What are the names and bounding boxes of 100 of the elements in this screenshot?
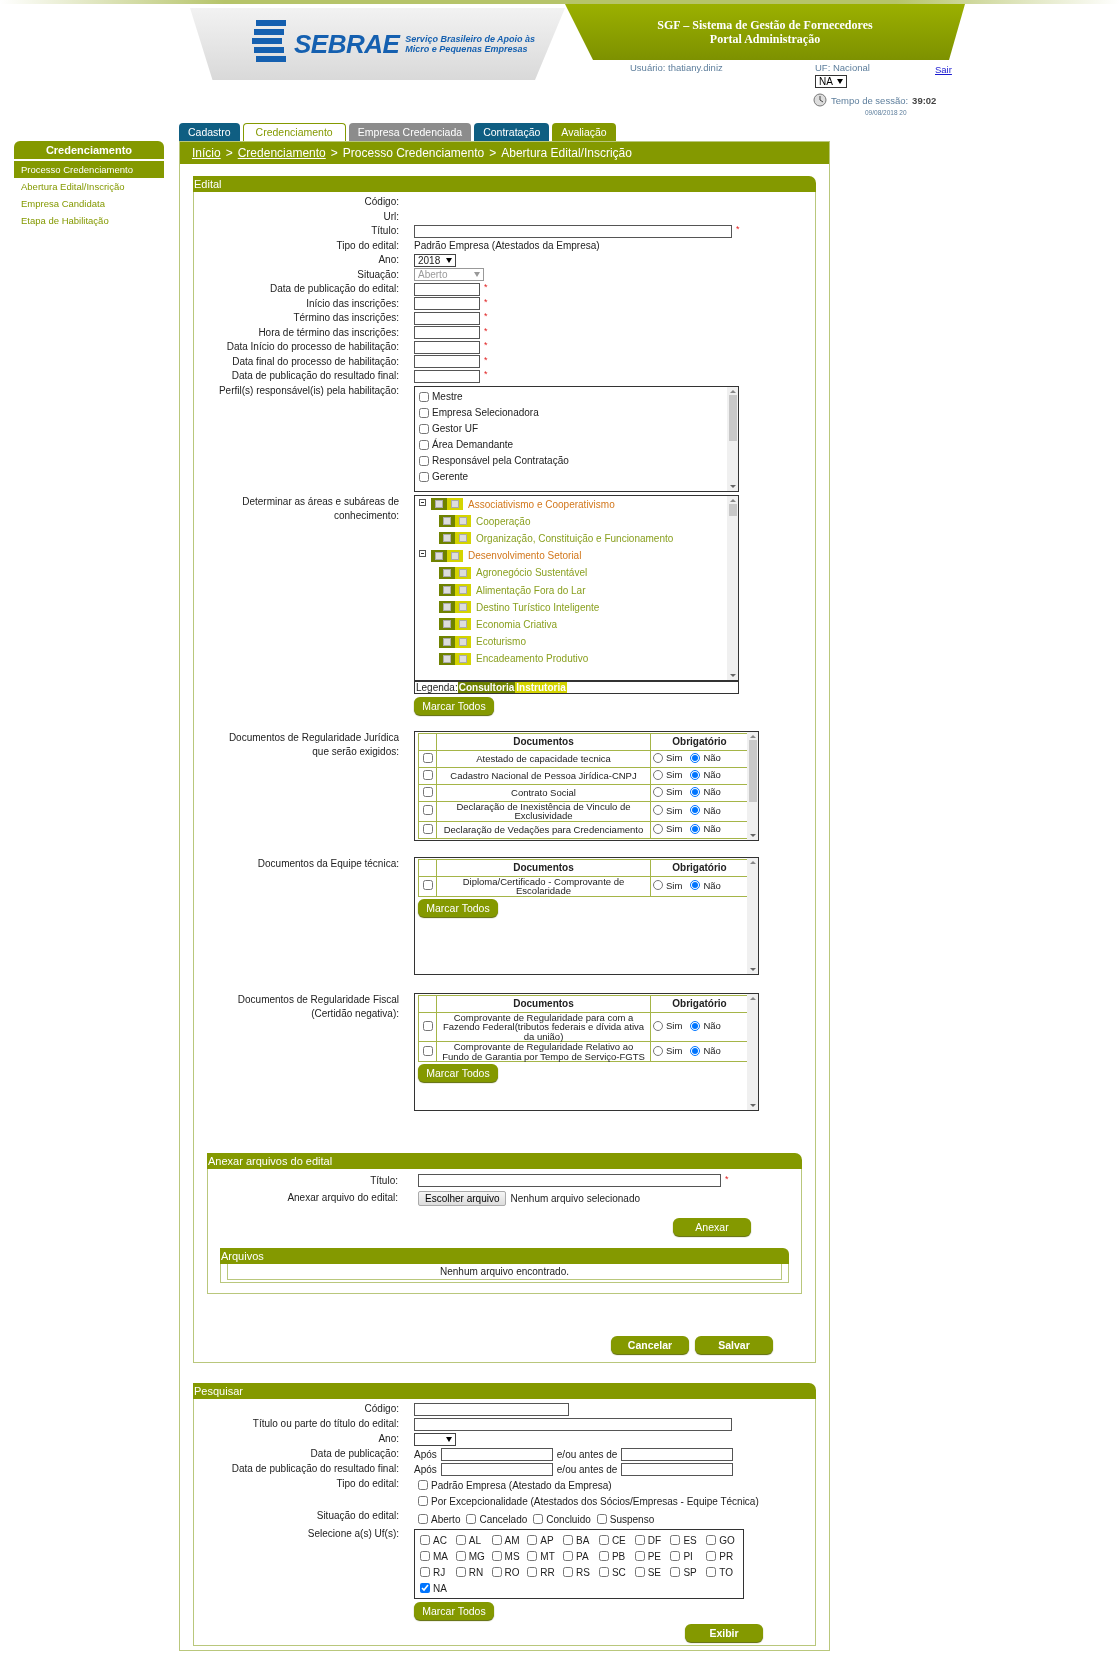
- input-field[interactable]: [414, 282, 480, 296]
- radio-button[interactable]: [690, 752, 701, 763]
- input-field[interactable]: [414, 355, 480, 369]
- radio-button[interactable]: [690, 786, 701, 797]
- checkbox[interactable]: [419, 423, 429, 434]
- checkbox[interactable]: [422, 880, 433, 891]
- checkbox[interactable]: [422, 752, 433, 763]
- radio-button[interactable]: [653, 769, 663, 780]
- checkbox[interactable]: [455, 1535, 466, 1545]
- radio-button[interactable]: [690, 805, 701, 816]
- radio-button[interactable]: [653, 805, 663, 816]
- tree-item[interactable]: Destino Turístico Inteligente: [476, 601, 600, 613]
- radio-button[interactable]: [690, 1021, 701, 1031]
- checkbox[interactable]: [491, 1567, 502, 1577]
- checkbox[interactable]: [419, 455, 429, 466]
- sidebar-item[interactable]: Abertura Edital/Inscrição: [14, 178, 164, 195]
- radio-button[interactable]: [653, 1045, 663, 1056]
- checkbox[interactable]: [422, 1045, 433, 1056]
- checkbox[interactable]: [422, 786, 433, 797]
- checkbox[interactable]: [455, 1551, 466, 1561]
- tree-item[interactable]: Agronegócio Sustentável: [476, 567, 588, 579]
- tree-item[interactable]: Desenvolvimento Setorial: [468, 550, 582, 562]
- checkbox[interactable]: [420, 1535, 430, 1545]
- sidebar-item[interactable]: Empresa Candidata: [14, 195, 164, 212]
- tree-item[interactable]: Economia Criativa: [476, 618, 558, 630]
- checkbox[interactable]: [466, 1514, 477, 1524]
- category-checkbox-pair[interactable]: [439, 601, 471, 614]
- input-field[interactable]: [414, 224, 732, 238]
- checkbox[interactable]: [527, 1535, 538, 1545]
- collapse-toggle-icon[interactable]: [419, 550, 426, 558]
- attach-button[interactable]: Anexar: [673, 1218, 751, 1236]
- tab[interactable]: Empresa Credenciada: [348, 123, 472, 141]
- checkbox[interactable]: [596, 1514, 607, 1524]
- tree-item[interactable]: Encadeamento Produtivo: [476, 653, 589, 665]
- radio-button[interactable]: [690, 769, 701, 780]
- tab[interactable]: Avaliação: [552, 123, 616, 141]
- breadcrumb-link[interactable]: Início: [192, 146, 221, 160]
- checkbox[interactable]: [418, 1480, 428, 1490]
- category-checkbox-pair[interactable]: [439, 532, 471, 545]
- category-checkbox-pair[interactable]: [439, 515, 471, 528]
- scrollbar[interactable]: [727, 495, 738, 680]
- radio-button[interactable]: [653, 786, 663, 797]
- input-field[interactable]: [414, 1418, 732, 1431]
- tab[interactable]: Contratação: [474, 123, 550, 141]
- checkbox[interactable]: [634, 1567, 645, 1577]
- checkbox[interactable]: [598, 1551, 609, 1561]
- checkbox[interactable]: [422, 805, 433, 816]
- checkbox[interactable]: [422, 1021, 433, 1031]
- input-field[interactable]: [414, 311, 480, 325]
- select-all-button[interactable]: Marcar Todos: [418, 1064, 498, 1082]
- input-field[interactable]: [621, 1448, 734, 1461]
- radio-button[interactable]: [690, 880, 701, 891]
- checkbox[interactable]: [420, 1567, 430, 1577]
- checkbox[interactable]: [598, 1535, 609, 1545]
- category-checkbox-pair[interactable]: [431, 498, 463, 511]
- category-checkbox-pair[interactable]: [439, 652, 471, 665]
- checkbox[interactable]: [533, 1514, 544, 1524]
- checkbox[interactable]: [491, 1551, 502, 1561]
- logout-link[interactable]: Sair: [935, 64, 965, 116]
- checkbox[interactable]: [563, 1535, 574, 1545]
- sidebar-item[interactable]: Etapa de Habilitação: [14, 212, 164, 229]
- input-field[interactable]: [414, 1403, 569, 1416]
- checkbox[interactable]: [706, 1535, 717, 1545]
- checkbox[interactable]: [634, 1551, 645, 1561]
- radio-button[interactable]: [653, 823, 663, 834]
- checkbox[interactable]: [706, 1551, 717, 1561]
- checkbox[interactable]: [422, 769, 433, 780]
- scrollbar[interactable]: [747, 993, 758, 1110]
- category-checkbox-pair[interactable]: [439, 635, 471, 648]
- input-field[interactable]: [418, 1174, 721, 1188]
- checkbox[interactable]: [420, 1583, 430, 1593]
- action-button[interactable]: Cancelar: [611, 1336, 689, 1354]
- collapse-toggle-icon[interactable]: [419, 498, 426, 506]
- checkbox[interactable]: [670, 1551, 681, 1561]
- scrollbar[interactable]: [747, 857, 758, 974]
- checkbox[interactable]: [670, 1567, 681, 1577]
- select-all-button[interactable]: Marcar Todos: [418, 898, 498, 917]
- checkbox[interactable]: [420, 1551, 430, 1561]
- select-all-button[interactable]: Marcar Todos: [414, 1602, 494, 1620]
- tree-item[interactable]: Associativismo e Cooperativismo: [468, 498, 615, 510]
- show-button[interactable]: Exibir: [685, 1624, 763, 1642]
- dropdown[interactable]: [414, 1433, 456, 1446]
- scrollbar[interactable]: [747, 731, 758, 840]
- category-checkbox-pair[interactable]: [431, 549, 463, 562]
- tree-item[interactable]: Cooperação: [476, 515, 531, 527]
- select-all-button[interactable]: Marcar Todos: [414, 696, 494, 715]
- checkbox[interactable]: [563, 1567, 574, 1577]
- checkbox[interactable]: [418, 1514, 428, 1524]
- input-field[interactable]: [414, 340, 480, 354]
- scrollbar[interactable]: [727, 386, 738, 491]
- input-field[interactable]: [440, 1448, 553, 1461]
- input-field[interactable]: [414, 326, 480, 340]
- action-button[interactable]: Salvar: [695, 1336, 773, 1354]
- checkbox[interactable]: [419, 391, 429, 402]
- checkbox[interactable]: [422, 823, 433, 834]
- category-checkbox-pair[interactable]: [439, 566, 471, 579]
- checkbox[interactable]: [419, 439, 429, 450]
- uf-dropdown[interactable]: NA: [815, 75, 847, 88]
- radio-button[interactable]: [653, 880, 663, 891]
- dropdown[interactable]: 2018: [414, 253, 457, 267]
